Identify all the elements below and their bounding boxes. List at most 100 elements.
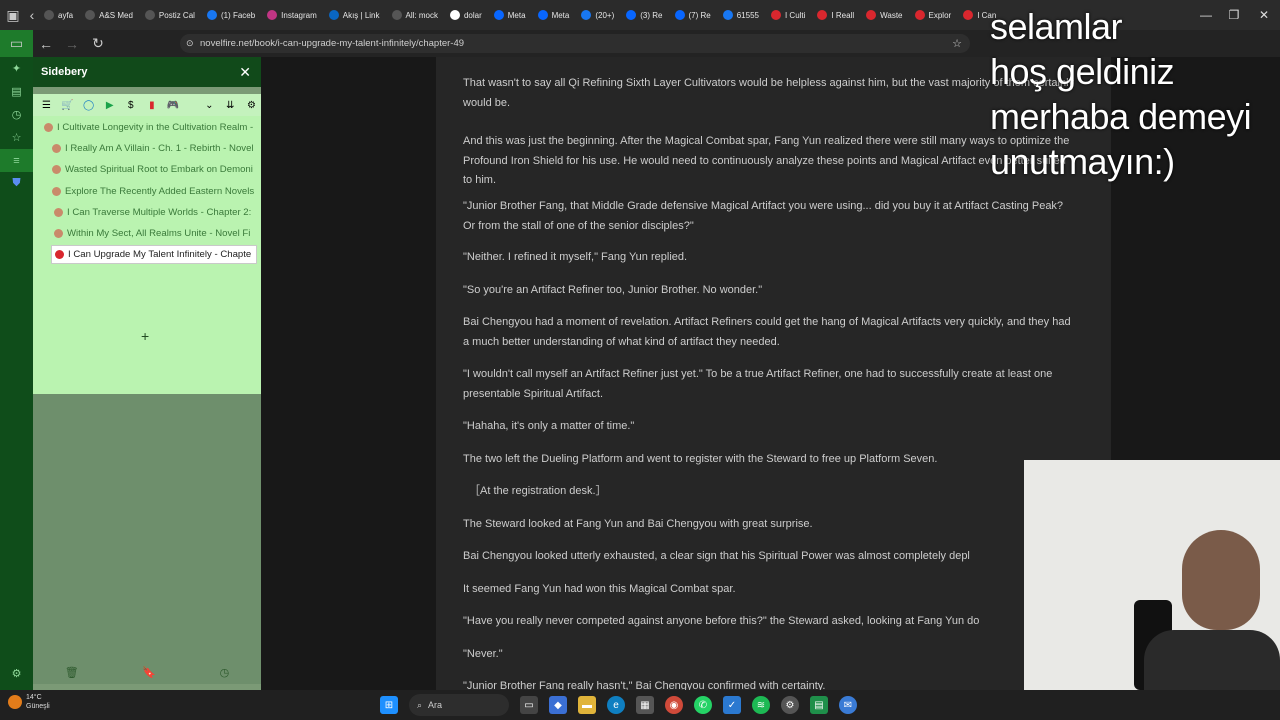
sidebar-toggle-icon[interactable]: ▭ — [0, 30, 33, 57]
tab-label: Postiz Cal — [158, 10, 195, 20]
browser-tab[interactable]: (3) Re — [620, 0, 668, 30]
tab-label: Meta — [507, 10, 526, 20]
sidebar-tab-item[interactable]: Wasted Spiritual Root to Embark on Demon… — [49, 160, 257, 179]
history-rail-icon[interactable]: ◷ — [0, 103, 33, 126]
circle-panel-icon[interactable]: ◯ — [79, 100, 98, 111]
tasks-icon[interactable]: ✓ — [723, 696, 741, 714]
clock-icon[interactable]: ◷ — [220, 666, 230, 679]
sun-icon — [8, 695, 22, 709]
trash-icon[interactable]: 🗑 — [65, 666, 79, 679]
browser-tab[interactable]: Meta — [488, 0, 532, 30]
favorites-rail-icon[interactable]: ☆ — [0, 126, 33, 149]
novelfire-icon — [54, 207, 63, 217]
copilot-icon[interactable]: ◆ — [549, 696, 567, 714]
browser-tab[interactable]: (1) Faceb — [201, 0, 261, 30]
bookmark-star-icon[interactable]: ☆ — [952, 37, 962, 50]
sidebar-tab-item[interactable]: Explore The Recently Added Eastern Novel… — [49, 182, 257, 201]
collapse-icon[interactable]: ⇊ — [221, 100, 240, 111]
chevron-down-icon[interactable]: ⌄ — [200, 100, 219, 111]
browser-tab[interactable]: All: mock — [386, 0, 444, 30]
novelfire-icon — [866, 10, 877, 20]
facebook-icon — [722, 10, 733, 20]
sheets-icon[interactable]: ▤ — [810, 696, 828, 714]
tab-manager-icon[interactable]: ▣ — [0, 0, 26, 30]
shopping-panel-icon[interactable]: 🛒 — [58, 100, 77, 111]
browser-tab[interactable]: (20+) — [575, 0, 620, 30]
tab-label: (3) Re — [640, 10, 663, 20]
store-icon[interactable]: ▦ — [636, 696, 654, 714]
settings-rail-icon[interactable]: ⚙ — [0, 662, 33, 685]
novelfire-icon — [52, 144, 61, 154]
sidebery-rail-icon[interactable]: ≡ — [0, 149, 33, 172]
whatsapp-icon[interactable]: ✆ — [694, 696, 712, 714]
chapter-paragraph: That wasn't to say all Qi Refining Sixth… — [463, 77, 1075, 109]
tab-tree: I Cultivate Longevity in the Cultivation… — [33, 116, 261, 394]
money-panel-icon[interactable]: $ — [121, 100, 140, 111]
settings-icon[interactable]: ⚙ — [781, 696, 799, 714]
sidebar-rail: ✦ ▤ ◷ ☆ ≡ ⛊ ⚙ — [0, 57, 33, 690]
instagram-icon — [267, 10, 278, 20]
game-panel-icon[interactable]: 🎮 — [163, 100, 182, 111]
browser-tab[interactable]: Postiz Cal — [139, 0, 201, 30]
sidebar-settings-icon[interactable]: ⚙ — [242, 100, 261, 111]
sidebar-tab-item[interactable]: Within My Sect, All Realms Unite - Novel… — [51, 224, 257, 243]
close-sidebar-icon[interactable]: ✕ — [239, 64, 251, 81]
tab-label: dolar — [463, 10, 482, 20]
browser-tab[interactable]: A&S Med — [79, 0, 139, 30]
browser-tab[interactable]: Meta — [532, 0, 576, 30]
sidebar-tab-item[interactable]: I Can Traverse Multiple Worlds - Chapter… — [51, 203, 257, 222]
shield-rail-icon[interactable]: ⛊ — [0, 172, 33, 195]
tab-label: Meta — [551, 10, 570, 20]
meta-icon — [493, 10, 504, 20]
edge-icon[interactable]: e — [607, 696, 625, 714]
bookmark-icon[interactable]: 🔖 — [142, 666, 156, 679]
file-explorer-icon[interactable]: ▬ — [578, 696, 596, 714]
windows-start-icon[interactable]: ⊞ — [380, 696, 398, 714]
task-view-icon[interactable]: ▭ — [520, 696, 538, 714]
taskbar-apps: ⊞ ⌕ Ara ▭ ◆ ▬ e ▦ ◉ ✆ ✓ ≋ ⚙ ▤ ✉ — [380, 692, 857, 718]
overlay-line: hoş geldiniz — [990, 51, 1175, 92]
sidebar-panel-bar: ☰ 🛒 ◯ ▶ $ ▮ 🎮 ⌄ ⇊ ⚙ — [33, 94, 261, 116]
browser-tab[interactable]: Explor — [909, 0, 958, 30]
tabs-panel-icon[interactable]: ☰ — [37, 100, 56, 111]
browser-tab[interactable]: Waste — [860, 0, 908, 30]
scroll-tabs-left-icon[interactable]: ‹ — [26, 0, 38, 30]
browser-tab[interactable]: I Reall — [811, 0, 860, 30]
spotify-icon[interactable]: ≋ — [752, 696, 770, 714]
webcam-feed — [1024, 460, 1280, 690]
messenger-icon[interactable]: ✉ — [839, 696, 857, 714]
tab-label: 61555 — [736, 10, 759, 20]
chapter-paragraph: "Never." — [463, 648, 503, 660]
reload-icon[interactable]: ↻ — [85, 29, 111, 59]
browser-tab[interactable]: (7) Re — [669, 0, 717, 30]
overlay-line: selamlar — [990, 6, 1123, 47]
page-icon — [44, 10, 54, 20]
tab-label: (1) Faceb — [220, 10, 256, 20]
new-tab-button[interactable]: + — [141, 328, 149, 344]
sidebar-tab-item[interactable]: I Really Am A Villain - Ch. 1 - Rebirth … — [49, 139, 257, 158]
chapter-paragraph: "Have you really never competed against … — [463, 615, 980, 627]
novelfire-icon — [52, 165, 61, 175]
weather-widget[interactable]: 14°C Güneşli — [8, 693, 50, 711]
novel-panel-icon[interactable]: ▮ — [142, 100, 161, 111]
browser-icon[interactable]: ◉ — [665, 696, 683, 714]
url-bar[interactable]: ⊙ novelfire.net/book/i-can-upgrade-my-ta… — [180, 34, 970, 53]
browser-tab[interactable]: 61555 — [717, 0, 765, 30]
media-panel-icon[interactable]: ▶ — [100, 100, 119, 111]
browser-tab[interactable]: Instagram — [261, 0, 323, 30]
taskbar-search[interactable]: ⌕ Ara — [409, 694, 509, 716]
sidebar-tab-item[interactable]: I Cultivate Longevity in the Cultivation… — [41, 118, 257, 137]
sidebar-tab-item[interactable]: I Can Upgrade My Talent Infinitely - Cha… — [51, 245, 257, 265]
browser-tab[interactable]: Akış | Link — [323, 0, 386, 30]
browser-tab[interactable]: I Culti — [765, 0, 811, 30]
browser-tab[interactable]: dolar — [444, 0, 488, 30]
extensions-rail-icon[interactable]: ✦ — [0, 57, 33, 80]
chapter-paragraph: And this was just the beginning. After t… — [463, 135, 1070, 186]
sidebar-tab-label: Wasted Spiritual Root to Embark on Demon… — [65, 164, 253, 176]
browser-tab[interactable]: ayfa — [38, 0, 79, 30]
forward-icon[interactable]: → — [59, 29, 85, 59]
tab-label: Explor — [928, 10, 952, 20]
site-info-icon[interactable]: ⊙ — [186, 38, 194, 49]
back-icon[interactable]: ← — [33, 29, 59, 59]
bookmarks-rail-icon[interactable]: ▤ — [0, 80, 33, 103]
